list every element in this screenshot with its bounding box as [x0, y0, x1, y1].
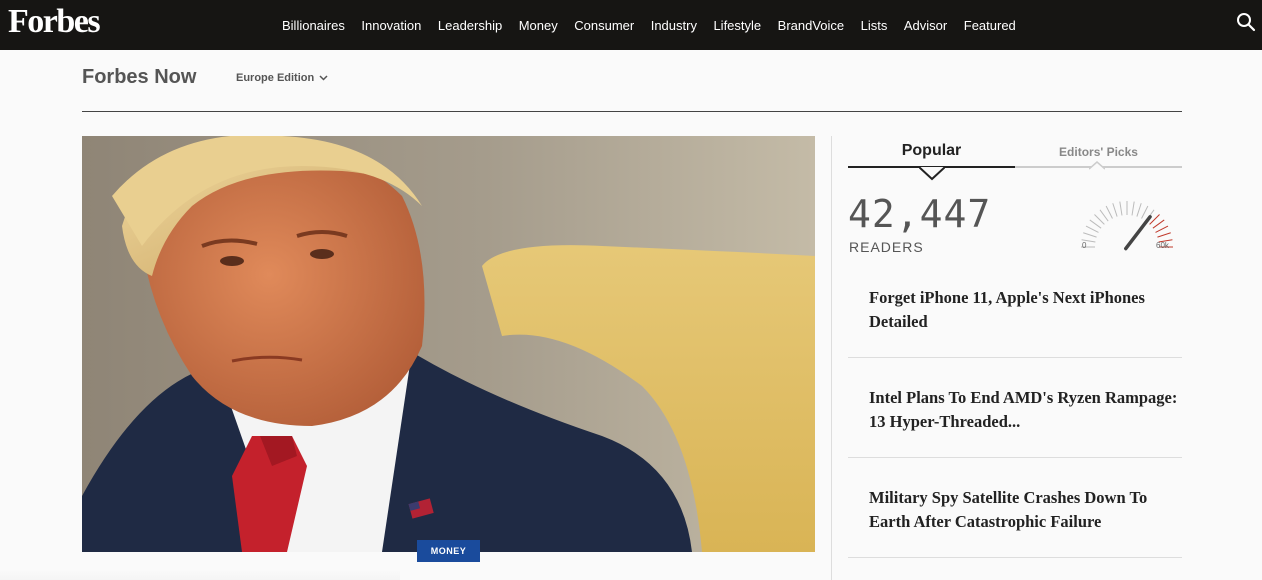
gauge-tick — [1099, 209, 1109, 222]
chevron-down-icon — [319, 75, 328, 81]
section-header: Forbes Now Europe Edition — [82, 60, 1182, 112]
nav-item-consumer[interactable]: Consumer — [574, 18, 634, 33]
nav-item-advisor[interactable]: Advisor — [904, 18, 947, 33]
gauge-tick — [1083, 232, 1097, 238]
tab-popular[interactable]: Popular — [848, 138, 1015, 168]
nav-item-brandvoice[interactable]: BrandVoice — [778, 18, 845, 33]
top-navigation-bar: Forbes Billionaires Innovation Leadershi… — [0, 0, 1262, 50]
main-nav: Billionaires Innovation Leadership Money… — [282, 0, 1032, 50]
hero-image[interactable] — [82, 136, 815, 552]
active-tab-pointer — [919, 167, 945, 181]
story-title[interactable]: Forget iPhone 11, Apple's Next iPhones D… — [869, 286, 1187, 334]
edition-label: Europe Edition — [236, 72, 315, 84]
gauge-max-label: 60k — [1156, 241, 1170, 250]
gauge-tick — [1089, 219, 1102, 229]
gauge-needle — [1124, 215, 1152, 251]
gauge-tick — [1085, 225, 1099, 233]
gauge-tick — [1155, 225, 1169, 233]
sidebar-tabs: Popular Editors' Picks — [848, 138, 1182, 181]
forbes-logo[interactable]: Forbes — [8, 2, 101, 42]
edition-selector[interactable]: Europe Edition — [236, 72, 328, 84]
nav-item-industry[interactable]: Industry — [651, 18, 697, 33]
readers-count: 42,447 — [848, 192, 992, 236]
story-item[interactable]: Military Spy Satellite Crashes Down To E… — [848, 486, 1182, 558]
story-item[interactable]: Forget iPhone 11, Apple's Next iPhones D… — [848, 286, 1182, 358]
gauge-tick — [1119, 201, 1123, 216]
hero-photo — [82, 136, 815, 552]
gauge-tick — [1136, 203, 1142, 217]
nav-item-leadership[interactable]: Leadership — [438, 18, 502, 33]
gauge-tick — [1157, 232, 1171, 238]
nav-item-innovation[interactable]: Innovation — [361, 18, 421, 33]
inactive-tab-pointer — [1089, 161, 1105, 170]
story-item[interactable]: Intel Plans To End AMD's Ryzen Rampage: … — [848, 386, 1182, 458]
page-title: Forbes Now — [82, 66, 197, 88]
readers-label: READERS — [849, 239, 924, 255]
gauge-tick — [1131, 201, 1135, 216]
gauge-tick — [1105, 205, 1113, 219]
gauge-tick — [1141, 205, 1149, 219]
nav-item-featured[interactable]: Featured — [964, 18, 1016, 33]
nav-item-billionaires[interactable]: Billionaires — [282, 18, 345, 33]
nav-item-lifestyle[interactable]: Lifestyle — [713, 18, 761, 33]
column-divider — [831, 136, 832, 580]
nav-item-money[interactable]: Money — [519, 18, 558, 33]
readers-gauge: 0 60k — [1081, 201, 1173, 251]
gauge-tick — [1094, 214, 1105, 225]
gauge-tick — [1112, 203, 1118, 217]
story-title[interactable]: Military Spy Satellite Crashes Down To E… — [869, 486, 1187, 534]
gauge-tick — [1152, 219, 1165, 229]
bottom-fade — [0, 570, 400, 580]
search-icon[interactable] — [1236, 12, 1256, 32]
category-tag-money[interactable]: MONEY — [417, 540, 480, 562]
story-title[interactable]: Intel Plans To End AMD's Ryzen Rampage: … — [869, 386, 1187, 434]
gauge-min-label: 0 — [1082, 241, 1087, 250]
nav-item-lists[interactable]: Lists — [861, 18, 888, 33]
